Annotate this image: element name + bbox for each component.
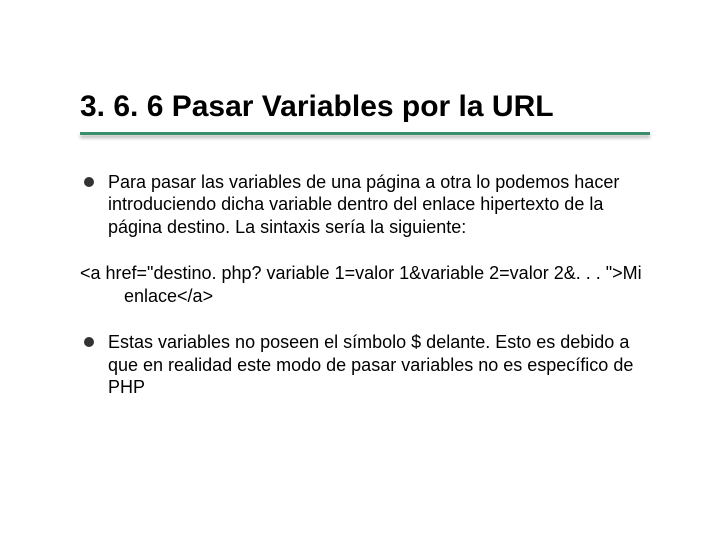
paragraph-2: Estas variables no poseen el símbolo $ d… xyxy=(108,331,650,399)
code-line: <a href="destino. php? variable 1=valor … xyxy=(80,262,650,307)
bullet-icon xyxy=(84,337,94,347)
slide-title: 3. 6. 6 Pasar Variables por la URL xyxy=(80,88,650,130)
bullet-item: Estas variables no poseen el símbolo $ d… xyxy=(80,331,650,399)
bullet-item: Para pasar las variables de una página a… xyxy=(80,171,650,239)
paragraph-1: Para pasar las variables de una página a… xyxy=(108,171,650,239)
code-text: <a href="destino. php? variable 1=valor … xyxy=(80,262,650,307)
title-underline xyxy=(80,132,650,135)
title-block: 3. 6. 6 Pasar Variables por la URL xyxy=(80,88,650,135)
slide: 3. 6. 6 Pasar Variables por la URL Para … xyxy=(0,0,720,463)
slide-body: Para pasar las variables de una página a… xyxy=(80,171,650,399)
bullet-icon xyxy=(84,177,94,187)
